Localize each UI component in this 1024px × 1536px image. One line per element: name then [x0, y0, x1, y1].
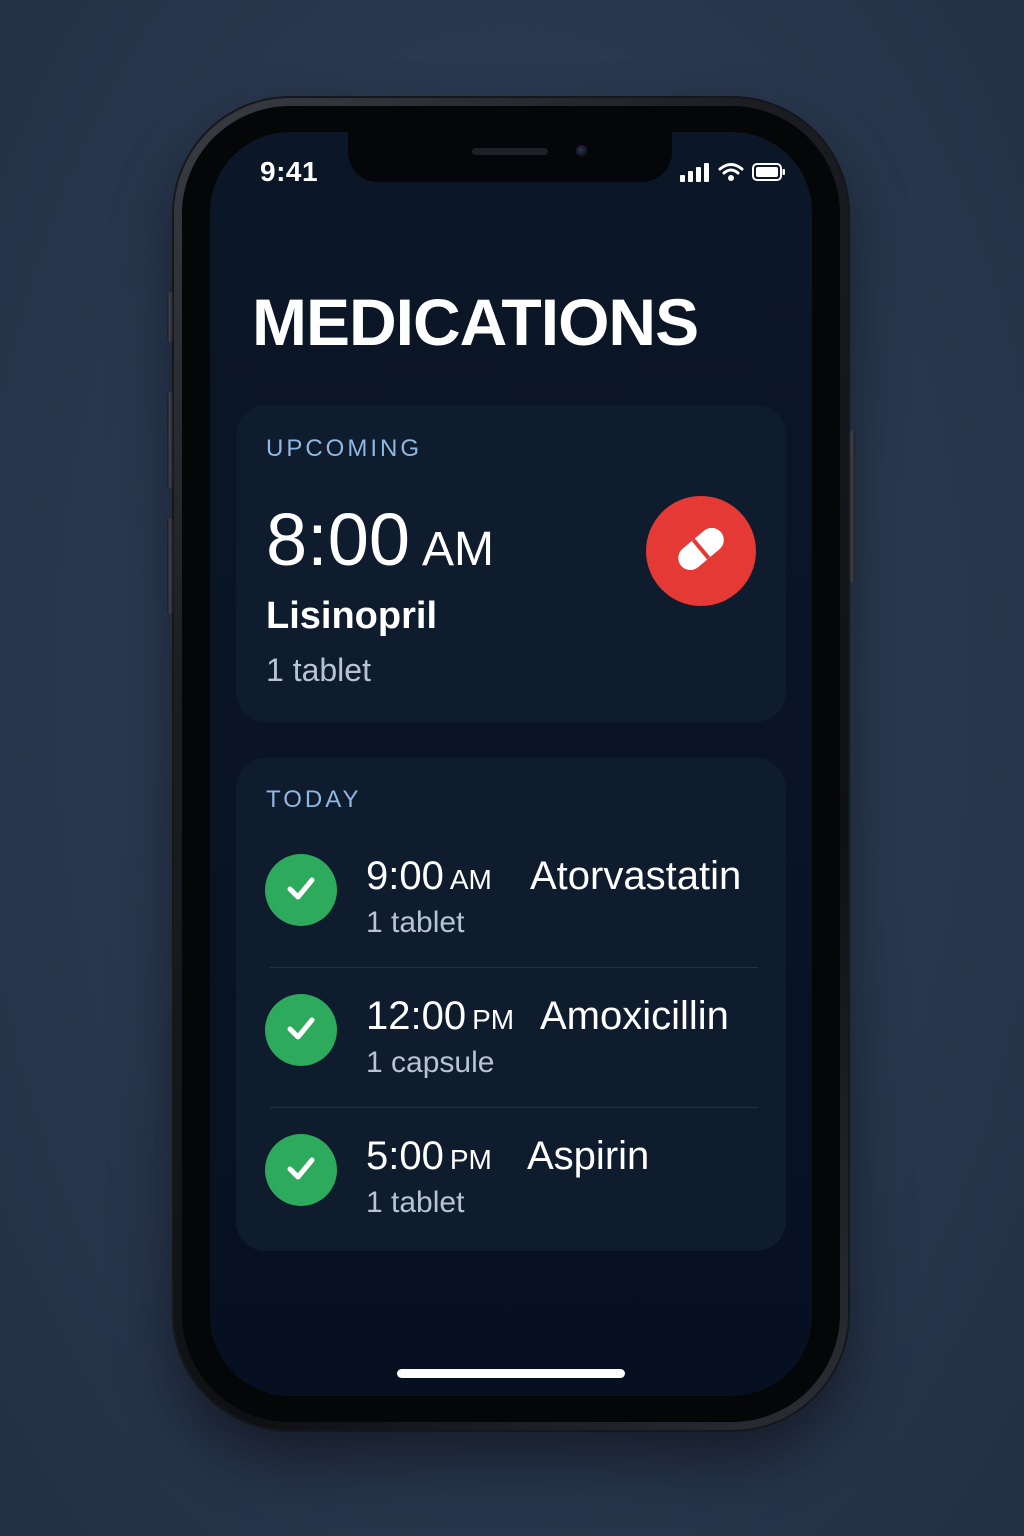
earpiece-speaker: [472, 148, 548, 155]
dose-time: 9:00 AM: [366, 854, 492, 899]
pill-icon: [669, 517, 733, 586]
volume-down-button: [167, 518, 173, 614]
dose-time-meridiem: PM: [472, 1004, 515, 1035]
today-card: TODAY 9:00 AM Atorvastatin 1 tablet 12:00…: [236, 758, 786, 1251]
dose-time-value: 9:00: [366, 854, 444, 898]
list-item[interactable]: 5:00 PM Aspirin 1 tablet: [236, 1134, 786, 1244]
check-icon: [281, 1148, 321, 1193]
medication-dose: 1 tablet: [366, 906, 465, 939]
list-item[interactable]: 9:00 AM Atorvastatin 1 tablet: [236, 854, 786, 964]
notch: [348, 132, 672, 182]
dose-time: 5:00 PM: [366, 1134, 492, 1179]
medication-dose: 1 capsule: [366, 1046, 495, 1079]
dose-time: 12:00 PM: [366, 994, 514, 1039]
home-indicator[interactable]: [397, 1369, 625, 1378]
taken-status-badge: [265, 1134, 337, 1206]
status-bar-time: 9:41: [260, 156, 319, 187]
medication-dose: 1 tablet: [366, 1186, 465, 1219]
upcoming-time-value: 8:00: [266, 498, 411, 581]
silent-switch: [167, 292, 173, 342]
battery-icon: [752, 163, 786, 186]
dose-time-meridiem: PM: [449, 1144, 492, 1175]
status-bar-icons: [680, 162, 786, 187]
taken-status-badge: [265, 854, 337, 926]
list-divider: [270, 967, 758, 968]
cellular-signal-icon: [680, 162, 710, 187]
power-button: [849, 430, 855, 582]
medication-name: Amoxicillin: [540, 994, 729, 1038]
upcoming-medication-name: Lisinopril: [266, 595, 437, 637]
page-title: MEDICATIONS: [252, 285, 699, 359]
wifi-icon: [718, 162, 744, 187]
list-item[interactable]: 12:00 PM Amoxicillin 1 capsule: [236, 994, 786, 1104]
check-icon: [281, 868, 321, 913]
upcoming-medication-dose: 1 tablet: [266, 652, 371, 688]
volume-up-button: [167, 392, 173, 488]
upcoming-section-label: UPCOMING: [266, 435, 422, 462]
upcoming-time: 8:00 AM: [266, 497, 494, 582]
medication-name: Atorvastatin: [530, 854, 742, 898]
upcoming-card[interactable]: UPCOMING 8:00 AM Lisinopril 1 tablet: [236, 405, 786, 722]
today-section-label: TODAY: [266, 786, 362, 813]
upcoming-time-meridiem: AM: [422, 523, 495, 576]
front-camera: [576, 145, 588, 157]
check-icon: [281, 1008, 321, 1053]
taken-status-badge: [265, 994, 337, 1066]
phone-screen: 9:41 MEDICATIONS UPCOMING 8:00 AM Lisino…: [210, 132, 812, 1396]
dose-time-value: 5:00: [366, 1134, 444, 1178]
dose-time-value: 12:00: [366, 994, 467, 1038]
dose-time-meridiem: AM: [449, 864, 492, 895]
list-divider: [270, 1107, 758, 1108]
take-medication-button[interactable]: [646, 496, 756, 606]
medication-name: Aspirin: [527, 1134, 650, 1178]
